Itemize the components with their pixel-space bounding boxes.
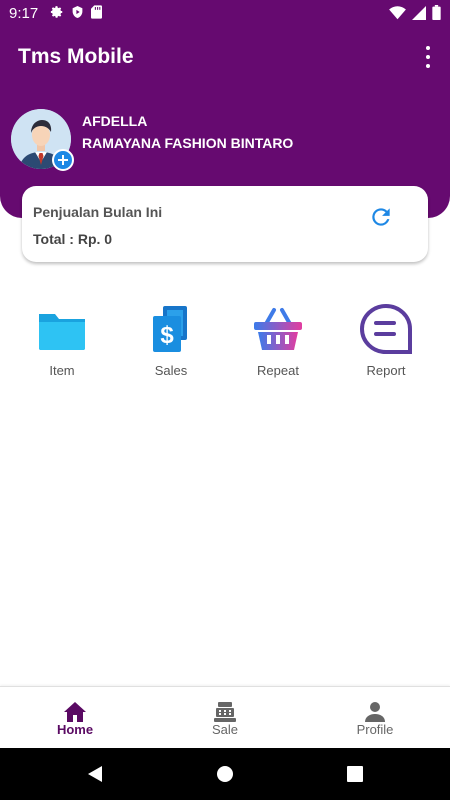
nav-label: Profile <box>356 722 394 737</box>
battery-icon <box>432 5 441 20</box>
folder-icon <box>39 314 85 350</box>
app-title: Tms Mobile <box>18 45 134 68</box>
nav-home[interactable]: Home <box>0 687 150 747</box>
basket-icon <box>254 308 302 350</box>
svg-text:$: $ <box>160 322 174 349</box>
bottom-navigation: Home Sale Profile <box>0 686 450 746</box>
status-icons-left <box>50 5 102 19</box>
status-icons-right <box>389 5 441 20</box>
home-circle-icon[interactable] <box>214 763 236 785</box>
nav-label: Sale <box>211 722 239 737</box>
menu-item-sales[interactable]: $ Sales <box>121 300 221 384</box>
system-navigation-bar <box>0 748 450 800</box>
back-icon[interactable] <box>84 763 106 785</box>
user-name: AFDELLA <box>82 113 148 129</box>
refresh-icon[interactable] <box>368 204 394 230</box>
person-icon <box>365 702 385 722</box>
shield-icon <box>72 6 83 18</box>
store-name: RAMAYANA FASHION BINTARO <box>82 135 294 151</box>
plus-icon[interactable] <box>52 149 74 171</box>
menu-item-label: Item <box>49 363 75 378</box>
gear-icon <box>50 6 63 18</box>
sd-card-icon <box>91 5 102 19</box>
menu-item-item[interactable]: Item <box>12 300 112 384</box>
recents-icon[interactable] <box>344 763 366 785</box>
chat-report-icon <box>360 304 412 354</box>
dollar-document-icon: $ <box>153 306 187 352</box>
home-icon <box>64 702 86 722</box>
avatar[interactable] <box>11 109 74 171</box>
signal-icon <box>412 5 426 20</box>
more-vert-icon[interactable] <box>420 46 436 68</box>
monthly-sales-card: Penjualan Bulan Ini Total : Rp. 0 <box>22 186 428 262</box>
menu-item-repeat[interactable]: Repeat <box>228 300 328 384</box>
nav-sale[interactable]: Sale <box>150 687 300 747</box>
status-time: 9:17 <box>9 5 39 22</box>
menu-grid: Item $ Sales Repeat Report <box>0 300 450 390</box>
nav-label: Home <box>56 722 94 737</box>
sales-total: Total : Rp. 0 <box>33 231 113 247</box>
menu-item-label: Repeat <box>257 363 299 378</box>
status-bar: 9:17 <box>0 0 450 28</box>
menu-item-label: Sales <box>154 363 188 378</box>
cash-register-icon <box>214 702 236 722</box>
nav-profile[interactable]: Profile <box>300 687 450 747</box>
menu-item-report[interactable]: Report <box>336 300 436 384</box>
card-title: Penjualan Bulan Ini <box>33 204 163 220</box>
menu-item-label: Report <box>366 363 406 378</box>
wifi-icon <box>389 5 406 19</box>
